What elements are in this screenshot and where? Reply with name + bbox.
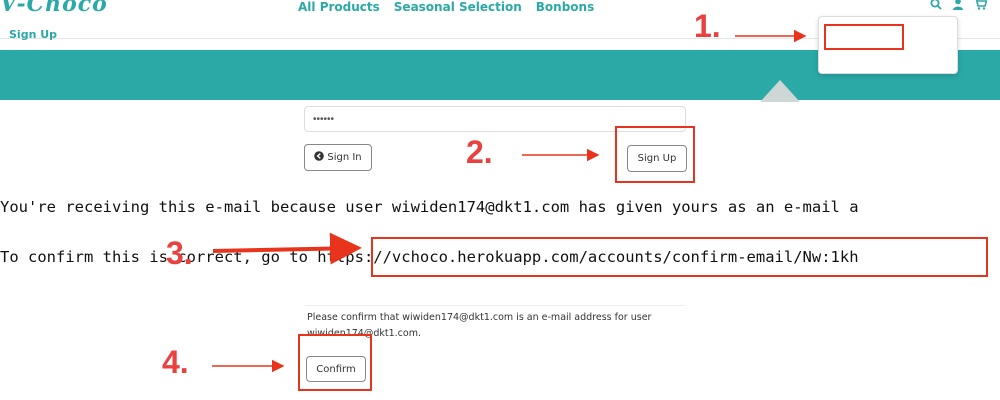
annotation-step-2: 2. [466,134,493,170]
annotation-step-1: 1. [694,8,721,44]
annotation-step-4: 4. [162,344,189,380]
annotation-arrows [212,29,807,373]
annotation-step-3: 3. [166,235,193,271]
arrow-step-3 [212,232,362,265]
